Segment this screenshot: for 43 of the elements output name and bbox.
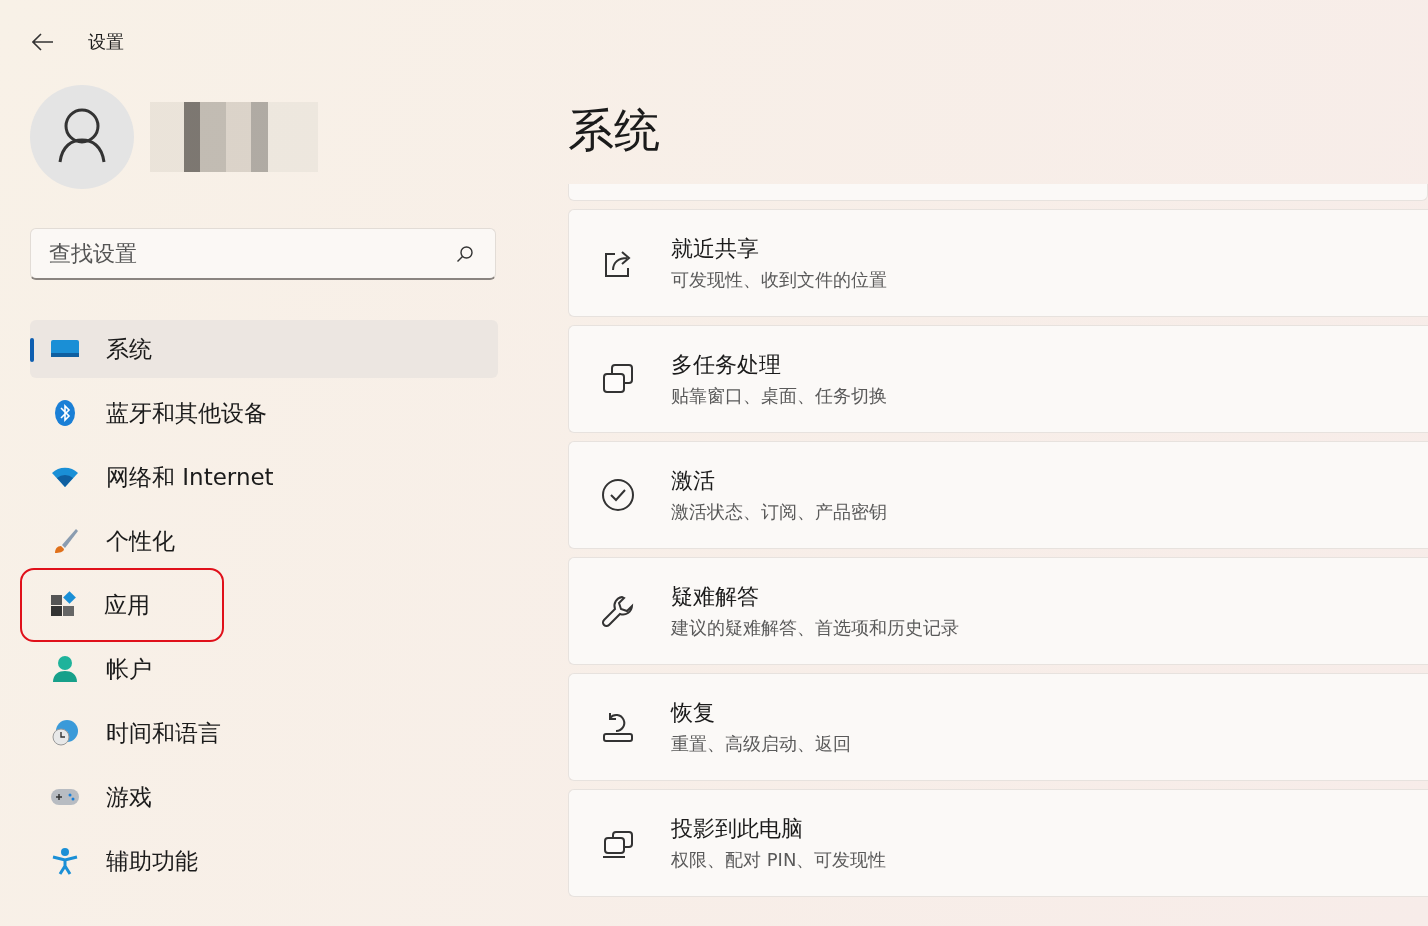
card-subtitle: 可发现性、收到文件的位置 [671, 268, 887, 292]
selection-indicator [30, 338, 34, 362]
page-title: 系统 [568, 102, 661, 159]
settings-card[interactable]: 激活 激活状态、订阅、产品密钥 [568, 441, 1428, 549]
card-title: 激活 [671, 467, 716, 495]
check-circle-icon [601, 478, 635, 512]
card-subtitle: 权限、配对 PIN、可发现性 [671, 848, 887, 872]
recovery-icon [601, 710, 635, 744]
nav-item[interactable]: 帐户 [30, 640, 498, 698]
accessibility-icon [50, 847, 80, 875]
globe-clock-icon [50, 718, 80, 748]
apps-icon [48, 591, 78, 619]
card-subtitle: 激活状态、订阅、产品密钥 [671, 500, 887, 524]
wrench-icon [601, 594, 635, 628]
avatar-icon [30, 85, 134, 189]
nav-item[interactable]: 应用 [28, 576, 216, 634]
nav-item[interactable]: 系统 [30, 320, 498, 378]
card-title: 多任务处理 [671, 351, 782, 379]
wifi-icon [50, 465, 80, 489]
window-title: 设置 [88, 30, 124, 54]
card-title: 就近共享 [671, 235, 760, 263]
nav-item[interactable]: 个性化 [30, 512, 498, 570]
search-field[interactable]: 查找设置 [30, 228, 496, 280]
card-subtitle: 重置、高级启动、返回 [671, 732, 851, 756]
nav-item[interactable]: 蓝牙和其他设备 [30, 384, 498, 442]
card-title: 疑难解答 [671, 583, 760, 611]
search-icon [456, 245, 474, 263]
nav-item[interactable]: 网络和 Internet [30, 448, 498, 506]
settings-card[interactable]: 就近共享 可发现性、收到文件的位置 [568, 209, 1428, 317]
card-subtitle: 贴靠窗口、桌面、任务切换 [671, 384, 887, 408]
settings-card[interactable]: 多任务处理 贴靠窗口、桌面、任务切换 [568, 325, 1428, 433]
nav-item[interactable]: 辅助功能 [30, 832, 498, 890]
nav-item[interactable]: 时间和语言 [30, 704, 498, 762]
card-title: 投影到此电脑 [671, 815, 804, 843]
settings-card[interactable]: 恢复 重置、高级启动、返回 [568, 673, 1428, 781]
settings-card[interactable]: 疑难解答 建议的疑难解答、首选项和历史记录 [568, 557, 1428, 665]
settings-card[interactable]: 投影到此电脑 权限、配对 PIN、可发现性 [568, 789, 1428, 897]
nav-item[interactable]: 游戏 [30, 768, 498, 826]
overlapping-windows-icon [601, 362, 635, 396]
back-arrow-icon[interactable] [32, 33, 54, 51]
person-icon [50, 654, 80, 684]
card-title: 恢复 [671, 699, 716, 727]
card-subtitle: 建议的疑难解答、首选项和历史记录 [671, 616, 959, 640]
